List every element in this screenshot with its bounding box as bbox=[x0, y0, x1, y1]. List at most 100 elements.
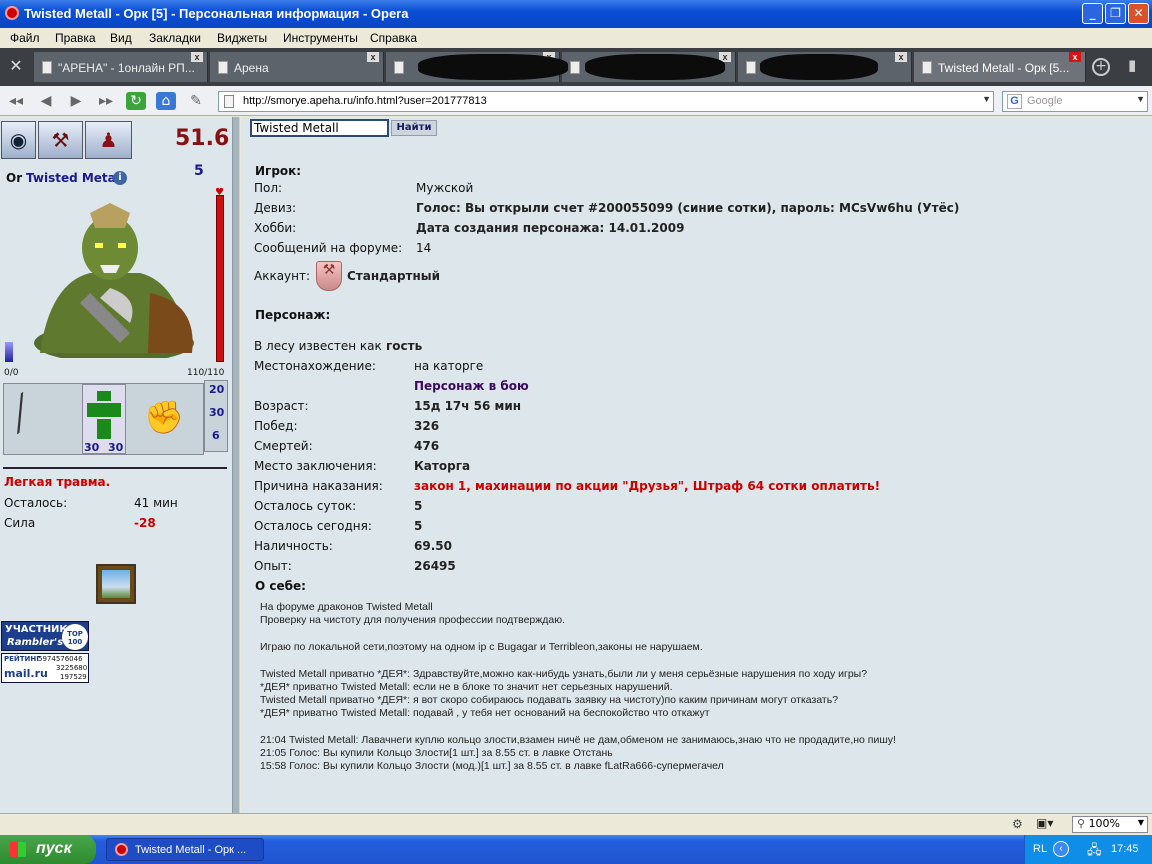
level-value: 5 bbox=[194, 163, 204, 179]
windows-logo-icon bbox=[10, 842, 26, 857]
maximize-button[interactable]: ❐ bbox=[1105, 3, 1126, 24]
battle-status[interactable]: Персонаж в бою bbox=[414, 379, 529, 393]
edit-icon[interactable]: ✎ bbox=[186, 92, 206, 110]
menu-edit[interactable]: Правка bbox=[55, 31, 96, 45]
tab-close-icon[interactable]: x bbox=[1069, 52, 1081, 62]
days-left-value: 5 bbox=[414, 499, 423, 513]
character-icon[interactable]: ♟ bbox=[85, 121, 132, 159]
zoom-icon: ⚲ bbox=[1077, 817, 1086, 830]
mana-bar bbox=[5, 342, 13, 362]
about-line: На форуме драконов Twisted Metall bbox=[260, 601, 433, 613]
home-icon[interactable]: ⌂ bbox=[156, 92, 176, 110]
tab-twisted-metall[interactable]: Twisted Metall - Орк [5... x bbox=[914, 52, 1086, 82]
account-value: Стандартный bbox=[347, 269, 441, 283]
spear-icon[interactable]: ⟋ bbox=[0, 385, 47, 443]
start-label: пуск bbox=[36, 840, 72, 857]
banner-text: УЧАСТНИК bbox=[5, 624, 68, 635]
about-line: *ДЕЯ* приватно Twisted Metall: если не в… bbox=[260, 681, 673, 693]
deaths-value: 476 bbox=[414, 439, 440, 453]
tab-bar: ✕ "АРЕНА" - 1онлайн РП...x Аренаx x x x … bbox=[0, 48, 1152, 86]
tab-close-icon[interactable]: x bbox=[367, 52, 379, 62]
taskbar-item-label: Twisted Metall - Орк ... bbox=[135, 844, 247, 856]
tab-arena[interactable]: Арена x bbox=[210, 52, 384, 82]
hp-bar bbox=[216, 195, 224, 362]
experience-value: 26495 bbox=[414, 559, 456, 573]
collapse-tray-icon[interactable]: ‹ bbox=[1053, 841, 1069, 857]
start-button[interactable]: пуск bbox=[0, 835, 96, 864]
hobby-label: Хобби: bbox=[254, 221, 297, 235]
shield-icon: ⚒ bbox=[316, 261, 342, 291]
cash-label: Наличность: bbox=[254, 539, 333, 553]
menu-view[interactable]: Вид bbox=[110, 31, 132, 45]
menu-bookmarks[interactable]: Закладки bbox=[149, 31, 201, 45]
tools-icon[interactable]: ⚒ bbox=[38, 121, 83, 159]
redaction-mark bbox=[418, 54, 568, 80]
forest-value: гость bbox=[386, 339, 423, 353]
reload-icon[interactable]: ↻ bbox=[126, 92, 146, 110]
about-line: Проверку на чистоту для получения профес… bbox=[260, 614, 566, 626]
wins-value: 326 bbox=[414, 419, 440, 433]
language-indicator[interactable]: RL bbox=[1033, 843, 1047, 855]
tab-close-icon[interactable]: x bbox=[895, 52, 907, 62]
tools-menu-icon[interactable]: ✕ bbox=[4, 56, 28, 78]
search-engine-input[interactable]: G Google ▼ bbox=[1002, 91, 1148, 112]
new-tab-icon[interactable]: + bbox=[1092, 58, 1110, 76]
back-icon[interactable]: ◀ bbox=[36, 92, 56, 110]
dropdown-icon[interactable]: ▼ bbox=[1136, 94, 1145, 104]
info-icon[interactable]: i bbox=[113, 171, 127, 185]
character-name[interactable]: Twisted Metall bbox=[26, 171, 124, 185]
window-title: Twisted Metall - Орк [5] - Персональная … bbox=[24, 6, 409, 21]
tab-arena-online[interactable]: "АРЕНА" - 1онлайн РП... x bbox=[34, 52, 208, 82]
document-icon bbox=[218, 61, 228, 74]
forward-icon[interactable]: ▶ bbox=[66, 92, 86, 110]
character-panel: ◉ ⚒ ♟ 51.6 5 Or Twisted Metall i ♥ 0/0 1… bbox=[0, 117, 232, 813]
location-label: Местонахождение: bbox=[254, 359, 376, 373]
about-line: 21:05 Голос: Вы купили Кольцо Злости[1 ш… bbox=[260, 747, 613, 759]
top100-badge: TOP 100 bbox=[62, 624, 88, 650]
banner-text: mail.ru bbox=[4, 667, 48, 680]
rambler-banner[interactable]: УЧАСТНИК Rambler's TOP 100 bbox=[1, 621, 89, 651]
injury-left-label: Осталось: bbox=[4, 496, 68, 510]
portrait-icon[interactable] bbox=[96, 564, 136, 604]
character-heading: Персонаж: bbox=[255, 308, 331, 322]
redaction-mark bbox=[585, 54, 725, 80]
eye-icon[interactable]: ◉ bbox=[1, 121, 36, 159]
race-prefix: Or bbox=[6, 171, 23, 185]
stats-column: 20 30 6 bbox=[204, 380, 228, 452]
about-line: Twisted Metall приватно *ДЕЯ*: Здравству… bbox=[260, 668, 868, 680]
zoom-select[interactable]: ⚲ 100% ▼ bbox=[1072, 816, 1148, 833]
deaths-label: Смертей: bbox=[254, 439, 313, 453]
menu-tools[interactable]: Инструменты bbox=[283, 31, 358, 45]
prison-label: Место заключения: bbox=[254, 459, 377, 473]
close-button[interactable]: ✕ bbox=[1128, 3, 1149, 24]
minimize-button[interactable]: _ bbox=[1082, 3, 1103, 24]
speed-dial-icon[interactable]: ⚙ bbox=[1012, 817, 1023, 831]
search-value: Twisted Metall bbox=[254, 121, 339, 135]
menu-widgets[interactable]: Виджеты bbox=[217, 31, 267, 45]
camera-icon[interactable]: ▣▾ bbox=[1036, 816, 1053, 830]
menu-help[interactable]: Справка bbox=[370, 31, 417, 45]
cash-value: 69.50 bbox=[414, 539, 452, 553]
fast-forward-icon[interactable]: ▸▸ bbox=[96, 92, 116, 110]
character-avatar bbox=[30, 203, 198, 363]
document-icon bbox=[570, 61, 580, 74]
document-icon bbox=[746, 61, 756, 74]
rewind-icon[interactable]: ◂◂ bbox=[6, 92, 26, 110]
about-line: Twisted Metall приватно *ДЕЯ*: я вот ско… bbox=[260, 694, 839, 706]
player-search-input[interactable]: Twisted Metall bbox=[250, 119, 389, 137]
panel-splitter[interactable] bbox=[232, 117, 240, 813]
redaction-mark bbox=[760, 54, 878, 80]
find-button[interactable]: Найти bbox=[391, 120, 437, 136]
address-input[interactable]: http://smorye.apeha.ru/info.html?user=20… bbox=[218, 91, 994, 112]
trash-icon[interactable]: ▮ bbox=[1128, 56, 1144, 76]
search-placeholder: Google bbox=[1027, 95, 1063, 107]
fist-icon[interactable]: ✊ bbox=[144, 398, 184, 436]
network-icon[interactable]: 🖧 bbox=[1087, 841, 1102, 863]
address-url: http://smorye.apeha.ru/info.html?user=20… bbox=[243, 95, 487, 107]
taskbar-item-opera[interactable]: Twisted Metall - Орк ... bbox=[106, 838, 264, 861]
today-left-value: 5 bbox=[414, 519, 423, 533]
mailru-banner[interactable]: РЕЙТИНГ 5974576046 3225680 197529 mail.r… bbox=[1, 653, 89, 683]
menu-file[interactable]: Файл bbox=[10, 31, 40, 45]
tab-close-icon[interactable]: x bbox=[191, 52, 203, 62]
dropdown-icon[interactable]: ▼ bbox=[982, 94, 991, 104]
